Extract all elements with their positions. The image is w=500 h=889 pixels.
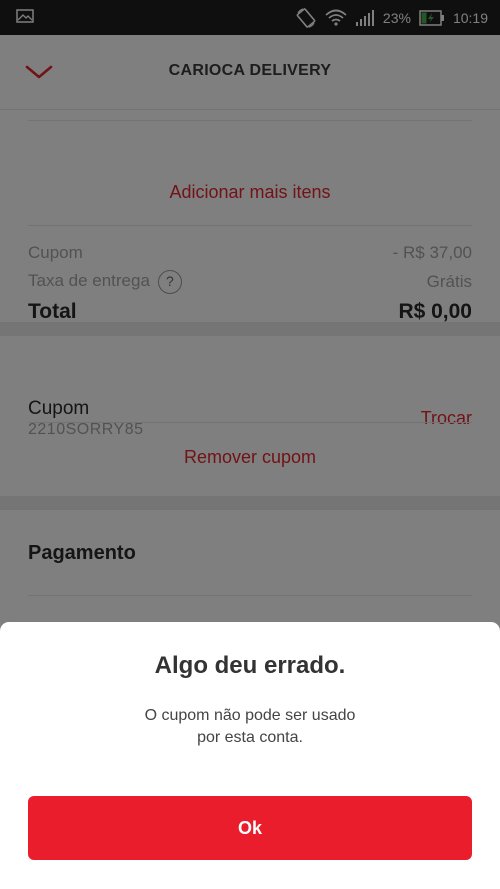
dialog-message-line-2: por esta conta. <box>197 729 303 746</box>
dialog-message-line-1: O cupom não pode ser usado <box>144 707 356 724</box>
ok-button[interactable]: Ok <box>28 796 472 860</box>
error-dialog: Algo deu errado. O cupom não pode ser us… <box>0 622 500 889</box>
dialog-message: O cupom não pode ser usado por esta cont… <box>100 705 400 749</box>
dialog-title: Algo deu errado. <box>154 652 346 679</box>
